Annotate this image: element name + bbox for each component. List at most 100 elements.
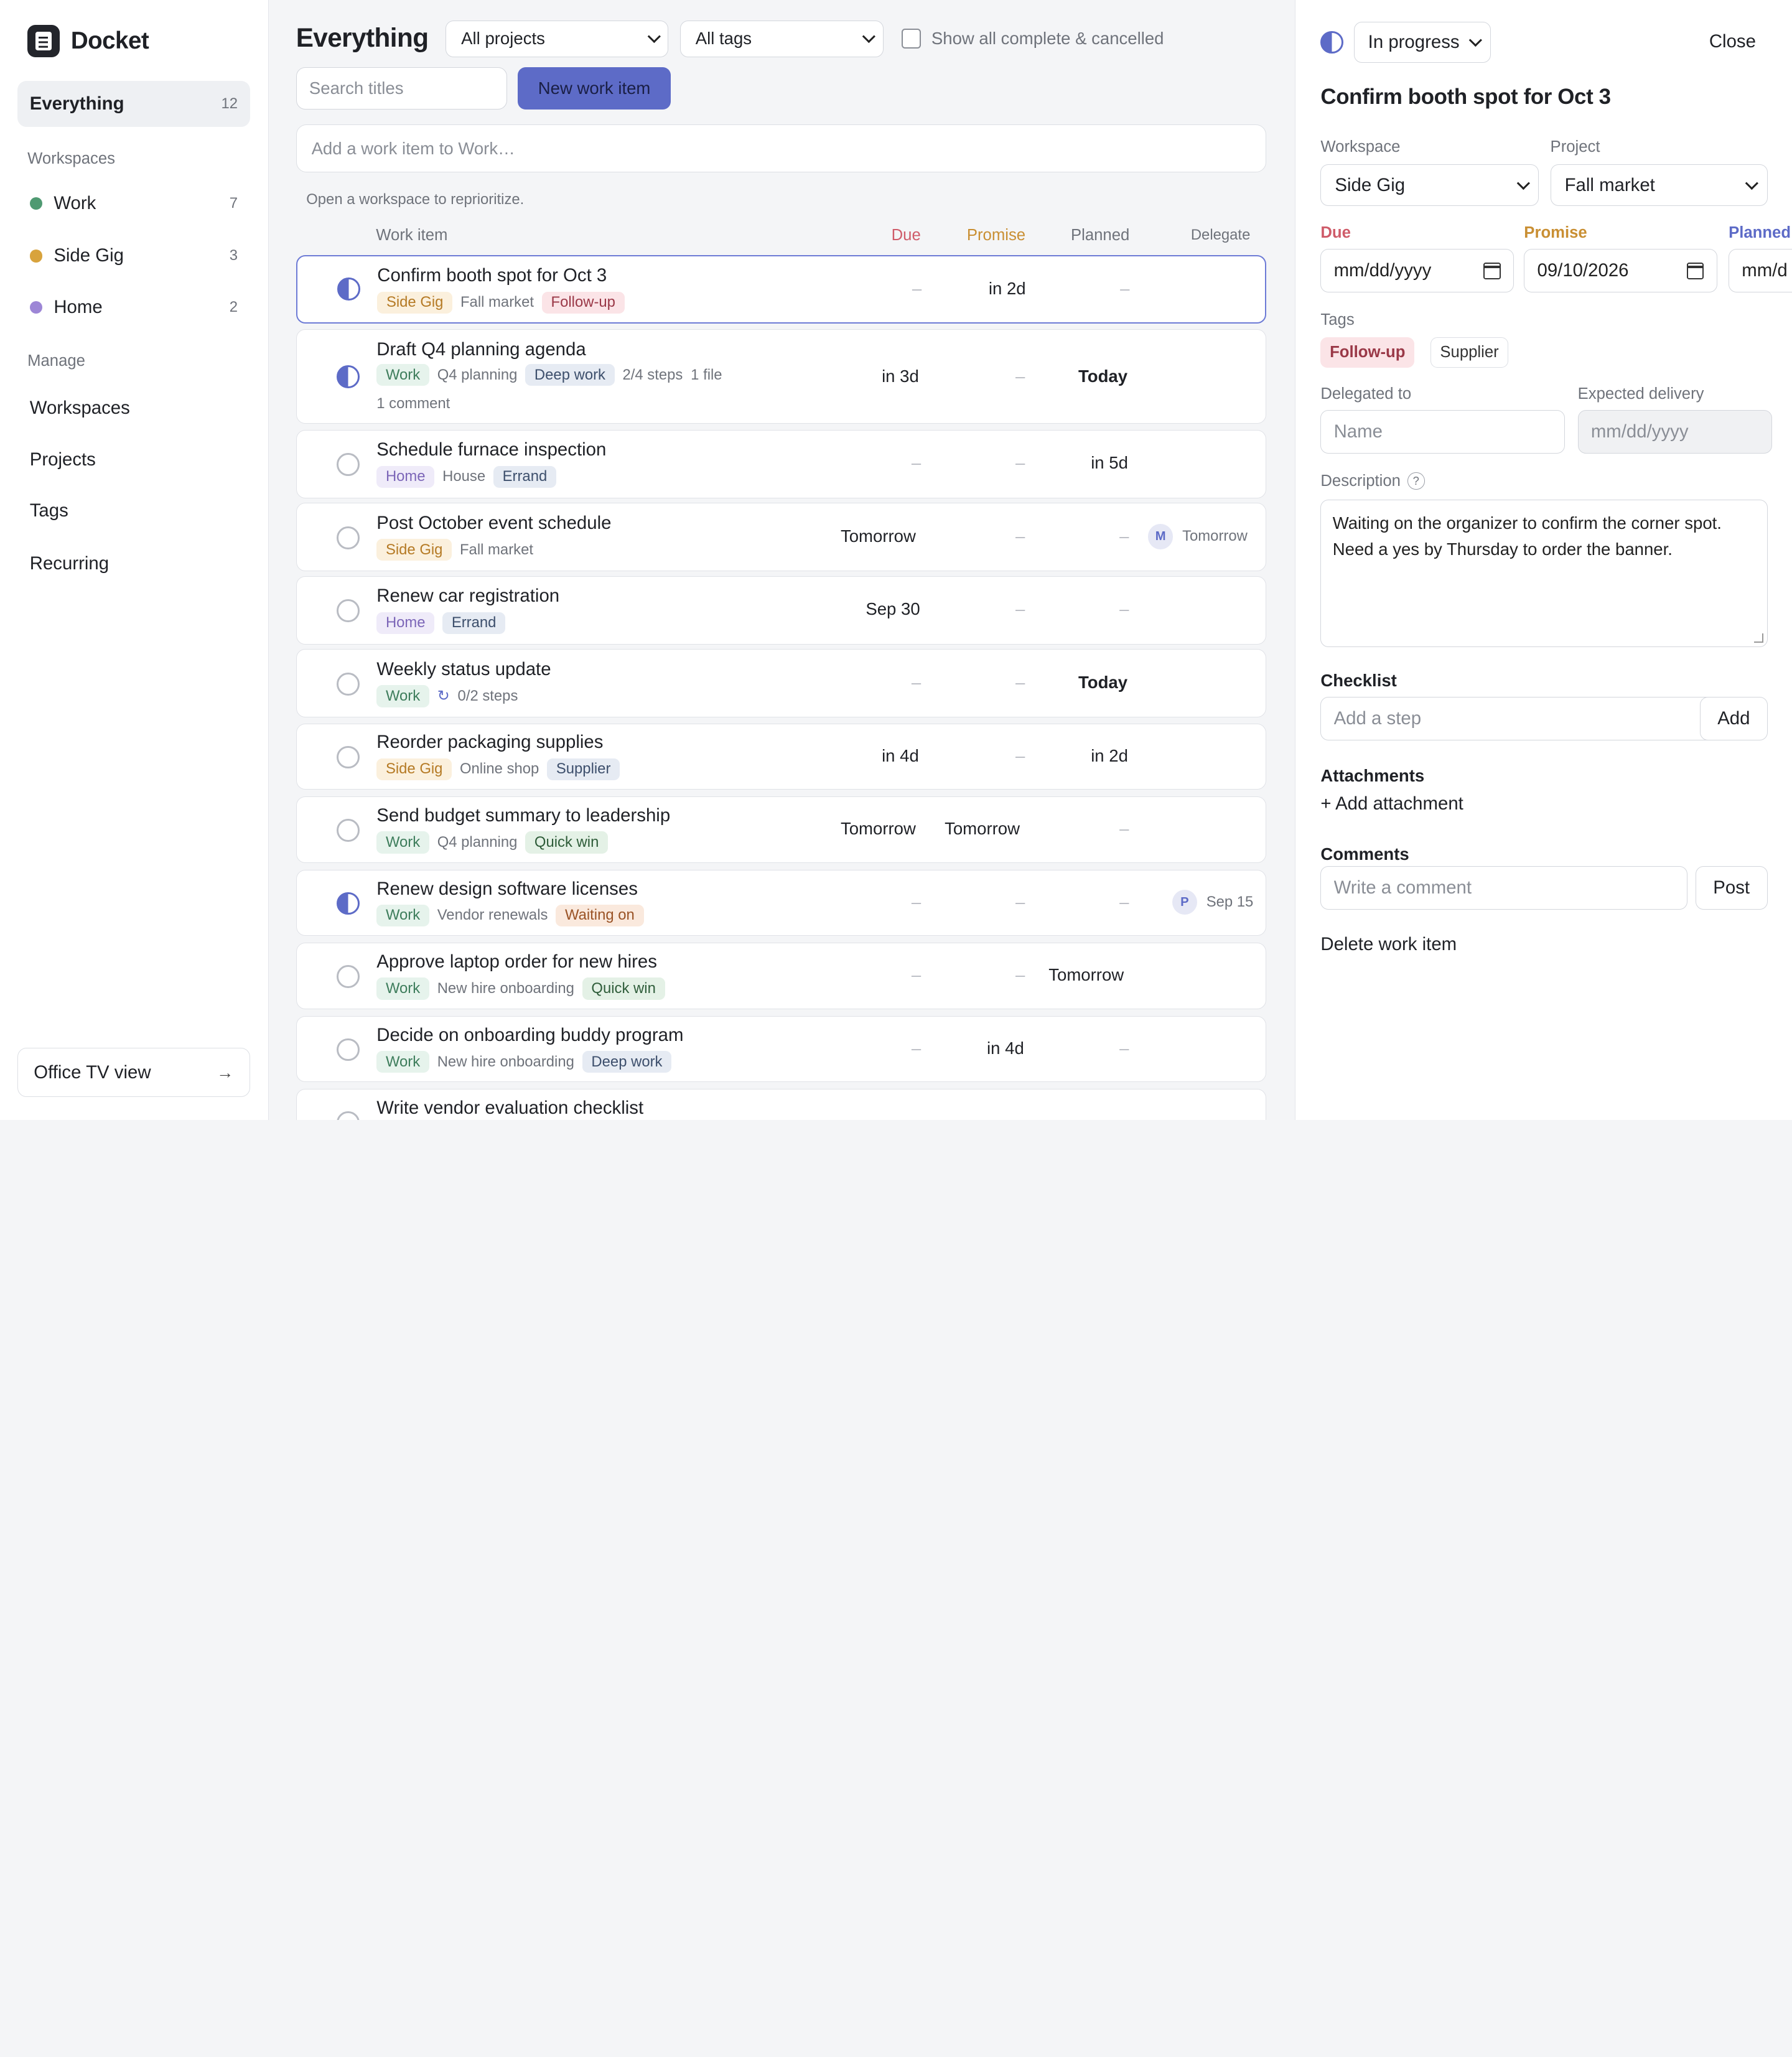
table-row[interactable]: Schedule furnace inspection Home House E… bbox=[296, 429, 1267, 498]
comment-input[interactable] bbox=[1320, 866, 1687, 910]
sidebar-workspace-work[interactable]: Work 7 bbox=[17, 183, 251, 224]
resize-handle-icon[interactable] bbox=[1754, 633, 1764, 643]
tags-label: Tags bbox=[1320, 310, 1355, 329]
sidebar-item-projects[interactable]: Projects bbox=[30, 449, 96, 470]
workspace-badge: Side Gig bbox=[377, 291, 453, 314]
due-value: – bbox=[911, 892, 922, 912]
help-icon[interactable]: ? bbox=[1407, 472, 1425, 490]
planned-value: – bbox=[1119, 1038, 1129, 1058]
table-row[interactable]: Decide on onboarding buddy program Work … bbox=[296, 1015, 1267, 1083]
description-label-row: Description? bbox=[1320, 472, 1425, 490]
add-step-button[interactable]: Add bbox=[1700, 697, 1768, 741]
table-row[interactable]: Approve laptop order for new hires Work … bbox=[296, 943, 1267, 1009]
checklist-heading: Checklist bbox=[1320, 671, 1397, 691]
workspace-color-dot bbox=[29, 197, 42, 210]
due-value: – bbox=[912, 279, 922, 299]
tag-chip-supplier[interactable]: Supplier bbox=[1430, 337, 1509, 368]
row-meta: Work Q4 planning Deep work 2/4 steps 1 f… bbox=[376, 364, 722, 386]
table-row[interactable]: Weekly status update Work ↻ 0/2 steps – … bbox=[296, 649, 1267, 718]
table-row[interactable]: Draft Q4 planning agenda Work Q4 plannin… bbox=[296, 329, 1267, 424]
todo-status-icon[interactable] bbox=[336, 1111, 360, 1120]
workspaces-section-title: Workspaces bbox=[27, 149, 116, 167]
todo-status-icon[interactable] bbox=[336, 526, 360, 549]
project-label: Project bbox=[1550, 138, 1600, 156]
project-filter-select[interactable]: All projects bbox=[446, 21, 669, 57]
table-row[interactable]: Write vendor evaluation checklist bbox=[296, 1089, 1267, 1120]
chevron-down-icon bbox=[648, 30, 661, 44]
todo-status-icon[interactable] bbox=[336, 745, 360, 769]
todo-status-icon[interactable] bbox=[336, 672, 360, 696]
brand[interactable]: Docket bbox=[27, 25, 149, 57]
new-work-item-button[interactable]: New work item bbox=[518, 67, 671, 110]
todo-status-icon[interactable] bbox=[336, 1038, 360, 1061]
workspace-select[interactable]: Side Gig bbox=[1320, 164, 1539, 206]
show-complete-toggle[interactable]: Show all complete & cancelled bbox=[902, 29, 1164, 49]
nav-everything[interactable]: Everything 12 bbox=[17, 81, 251, 127]
row-meta: Home Errand bbox=[376, 612, 506, 634]
office-tv-view-button[interactable]: Office TV view → bbox=[17, 1048, 251, 1098]
post-comment-button[interactable]: Post bbox=[1695, 866, 1768, 910]
sidebar-item-tags[interactable]: Tags bbox=[30, 500, 68, 521]
planned-value: – bbox=[1119, 819, 1129, 839]
close-button[interactable]: Close bbox=[1709, 31, 1756, 52]
due-value: – bbox=[911, 965, 922, 985]
row-title: Decide on onboarding buddy program bbox=[376, 1024, 684, 1045]
detail-panel: In progress Close Confirm booth spot for… bbox=[1294, 0, 1792, 1120]
tag-filter-select[interactable]: All tags bbox=[679, 21, 884, 57]
table-row[interactable]: Send budget summary to leadership Work Q… bbox=[296, 796, 1267, 863]
workspace-badge: Home bbox=[376, 465, 435, 488]
in-progress-status-icon[interactable] bbox=[336, 365, 360, 388]
project-filter-value: All projects bbox=[461, 29, 545, 49]
calendar-icon[interactable] bbox=[1686, 262, 1704, 280]
show-complete-checkbox[interactable] bbox=[902, 29, 922, 49]
chevron-down-icon bbox=[1516, 176, 1530, 190]
table-row[interactable]: Reorder packaging supplies Side Gig Onli… bbox=[296, 723, 1267, 790]
tag-filter-value: All tags bbox=[695, 29, 752, 49]
todo-status-icon[interactable] bbox=[336, 819, 360, 842]
search-input[interactable] bbox=[296, 67, 508, 110]
table-row[interactable]: Post October event schedule Side Gig Fal… bbox=[296, 503, 1267, 572]
row-meta: Side Gig Online shop Supplier bbox=[376, 758, 620, 781]
todo-status-icon[interactable] bbox=[336, 965, 360, 988]
promise-value: in 2d bbox=[988, 279, 1026, 299]
main-list: Everything All projects All tags Show al… bbox=[269, 0, 1294, 1120]
in-progress-status-icon[interactable] bbox=[337, 278, 360, 301]
promise-value: – bbox=[1015, 526, 1025, 546]
table-row[interactable]: Confirm booth spot for Oct 3 Side Gig Fa… bbox=[296, 254, 1267, 324]
add-attachment-link[interactable]: + Add attachment bbox=[1320, 793, 1463, 814]
status-select[interactable]: In progress bbox=[1353, 21, 1491, 63]
manage-section-title: Manage bbox=[27, 352, 85, 370]
planned-value: Tomorrow bbox=[1048, 965, 1124, 985]
add-work-item-input[interactable] bbox=[296, 124, 1267, 173]
sidebar-workspace-home[interactable]: Home 2 bbox=[17, 287, 251, 328]
sidebar-item-recurring[interactable]: Recurring bbox=[30, 553, 109, 574]
todo-status-icon[interactable] bbox=[336, 453, 360, 477]
delegated-to-label: Delegated to bbox=[1320, 385, 1412, 403]
checklist-step-input[interactable] bbox=[1320, 697, 1724, 741]
calendar-icon[interactable] bbox=[1483, 262, 1501, 280]
promise-label: Promise bbox=[1524, 223, 1587, 241]
todo-status-icon[interactable] bbox=[336, 599, 360, 623]
table-row[interactable]: Renew design software licenses Work Vend… bbox=[296, 869, 1267, 936]
sidebar-workspace-side-gig[interactable]: Side Gig 3 bbox=[17, 235, 251, 276]
description-textarea[interactable]: Waiting on the organizer to confirm the … bbox=[1320, 499, 1768, 647]
table-row[interactable]: Renew car registration Home Errand Sep 3… bbox=[296, 576, 1267, 645]
tag-badge: Supplier bbox=[547, 758, 620, 781]
due-date-input[interactable]: mm/dd/yyyy bbox=[1320, 249, 1514, 293]
row-title: Confirm booth spot for Oct 3 bbox=[377, 265, 607, 286]
tag-chip-follow-up[interactable]: Follow-up bbox=[1320, 337, 1415, 368]
steps-count: 0/2 steps bbox=[457, 687, 518, 704]
in-progress-status-icon[interactable] bbox=[336, 892, 360, 915]
delete-work-item-button[interactable]: Delete work item bbox=[1320, 934, 1457, 955]
detail-title[interactable]: Confirm booth spot for Oct 3 bbox=[1320, 85, 1611, 110]
planned-value: – bbox=[1119, 599, 1129, 619]
due-date-value: mm/dd/yyyy bbox=[1333, 260, 1432, 281]
promise-value: – bbox=[1015, 453, 1025, 473]
expected-delivery-input: mm/dd/yyyy bbox=[1577, 410, 1772, 454]
promise-date-input[interactable]: 09/10/2026 bbox=[1524, 249, 1717, 293]
project-select[interactable]: Fall market bbox=[1550, 164, 1768, 206]
delegated-to-input[interactable] bbox=[1320, 410, 1566, 454]
sidebar-item-workspaces[interactable]: Workspaces bbox=[30, 398, 130, 419]
planned-date-input[interactable]: mm/d bbox=[1729, 249, 1792, 293]
in-progress-status-icon[interactable] bbox=[1320, 30, 1344, 54]
